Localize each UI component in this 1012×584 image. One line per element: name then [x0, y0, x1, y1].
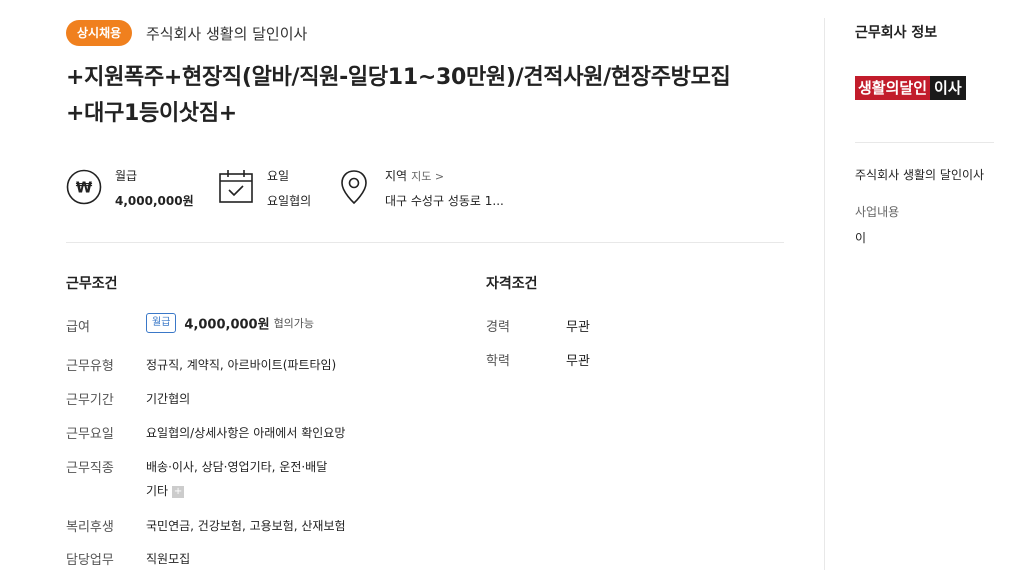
experience-label: 경력 — [486, 320, 510, 335]
summary-divider — [66, 242, 784, 243]
work-days-value: 요일협의/상세사항은 아래에서 확인요망 — [146, 426, 346, 440]
sidebar-hr — [855, 142, 994, 143]
workday-value: 요일협의 — [267, 194, 312, 208]
expand-plus-icon[interactable]: + — [172, 485, 185, 498]
pay-value: 월급 4,000,000원 협의가능 — [146, 313, 314, 333]
benefits-value: 국민연금, 건강보험, 고용보험, 산재보험 — [146, 519, 346, 533]
company-name[interactable]: 주식회사 생활의 달인이사 — [146, 23, 307, 44]
location-pin-icon — [341, 170, 367, 205]
work-days-label: 근무요일 — [66, 427, 114, 442]
job-category-value: 배송·이사, 상담·영업기타, 운전·배달 — [146, 460, 328, 474]
pay-note: 협의가능 — [273, 317, 315, 330]
company-info-title: 근무회사 정보 — [855, 25, 938, 41]
education-value: 무관 — [566, 354, 590, 369]
pay-amount: 4,000,000원 — [184, 317, 270, 333]
experience-value: 무관 — [566, 320, 590, 335]
work-period-value: 기간협의 — [146, 392, 191, 406]
sidebar-divider — [824, 18, 825, 570]
svg-text:₩: ₩ — [76, 179, 93, 197]
job-title: +지원폭주+현장직(알바/직원-일당11~30만원)/견적사원/현장주방모집 +… — [66, 60, 796, 132]
region-label-group: 지역 지도 > — [385, 167, 444, 184]
job-title-line1: +지원폭주+현장직(알바/직원-일당11~30만원)/견적사원/현장주방모집 — [66, 65, 731, 90]
conditions-title: 근무조건 — [66, 276, 118, 292]
hiring-status-badge: 상시채용 — [66, 20, 133, 46]
logo-dark-part: 이사 — [930, 76, 966, 100]
job-category-label: 근무직종 — [66, 461, 114, 476]
company-logo[interactable]: 생활의달인 이사 — [855, 76, 966, 100]
summary-workday: 요일 요일협의 — [218, 165, 328, 215]
employment-type-value: 정규직, 계약직, 아르바이트(파트타임) — [146, 358, 337, 372]
region-label: 지역 — [385, 169, 408, 183]
region-value: 대구 수성구 성동로 1... — [385, 194, 504, 208]
benefits-label: 복리후생 — [66, 520, 114, 535]
duty-value: 직원모집 — [146, 552, 191, 566]
duty-label: 담당업무 — [66, 553, 114, 568]
pay-label: 급여 — [66, 320, 90, 335]
salary-value: 4,000,000원 — [115, 194, 194, 208]
pay-type-tag: 월급 — [146, 313, 177, 333]
job-category-value2: 기타 — [146, 484, 169, 498]
education-label: 학력 — [486, 354, 510, 369]
business-value: 이 — [855, 231, 867, 245]
summary-salary: ₩ 월급 4,000,000원 — [66, 165, 206, 215]
map-link[interactable]: 지도 > — [411, 170, 444, 183]
employment-type-label: 근무유형 — [66, 359, 114, 374]
sidebar-company-name[interactable]: 주식회사 생활의 달인이사 — [855, 166, 984, 183]
calendar-check-icon — [219, 170, 253, 203]
job-title-line2: +대구1등이삿짐+ — [66, 101, 237, 126]
summary-region: 지역 지도 > 대구 수성구 성동로 1... — [336, 165, 516, 215]
qualifications-title: 자격조건 — [486, 276, 538, 292]
job-category-more: 기타 + — [146, 482, 185, 499]
workday-label: 요일 — [267, 169, 290, 183]
business-label: 사업내용 — [855, 205, 900, 219]
salary-label: 월급 — [115, 169, 138, 183]
won-icon: ₩ — [66, 169, 102, 205]
logo-red-part: 생활의달인 — [855, 76, 931, 100]
work-period-label: 근무기간 — [66, 393, 114, 408]
